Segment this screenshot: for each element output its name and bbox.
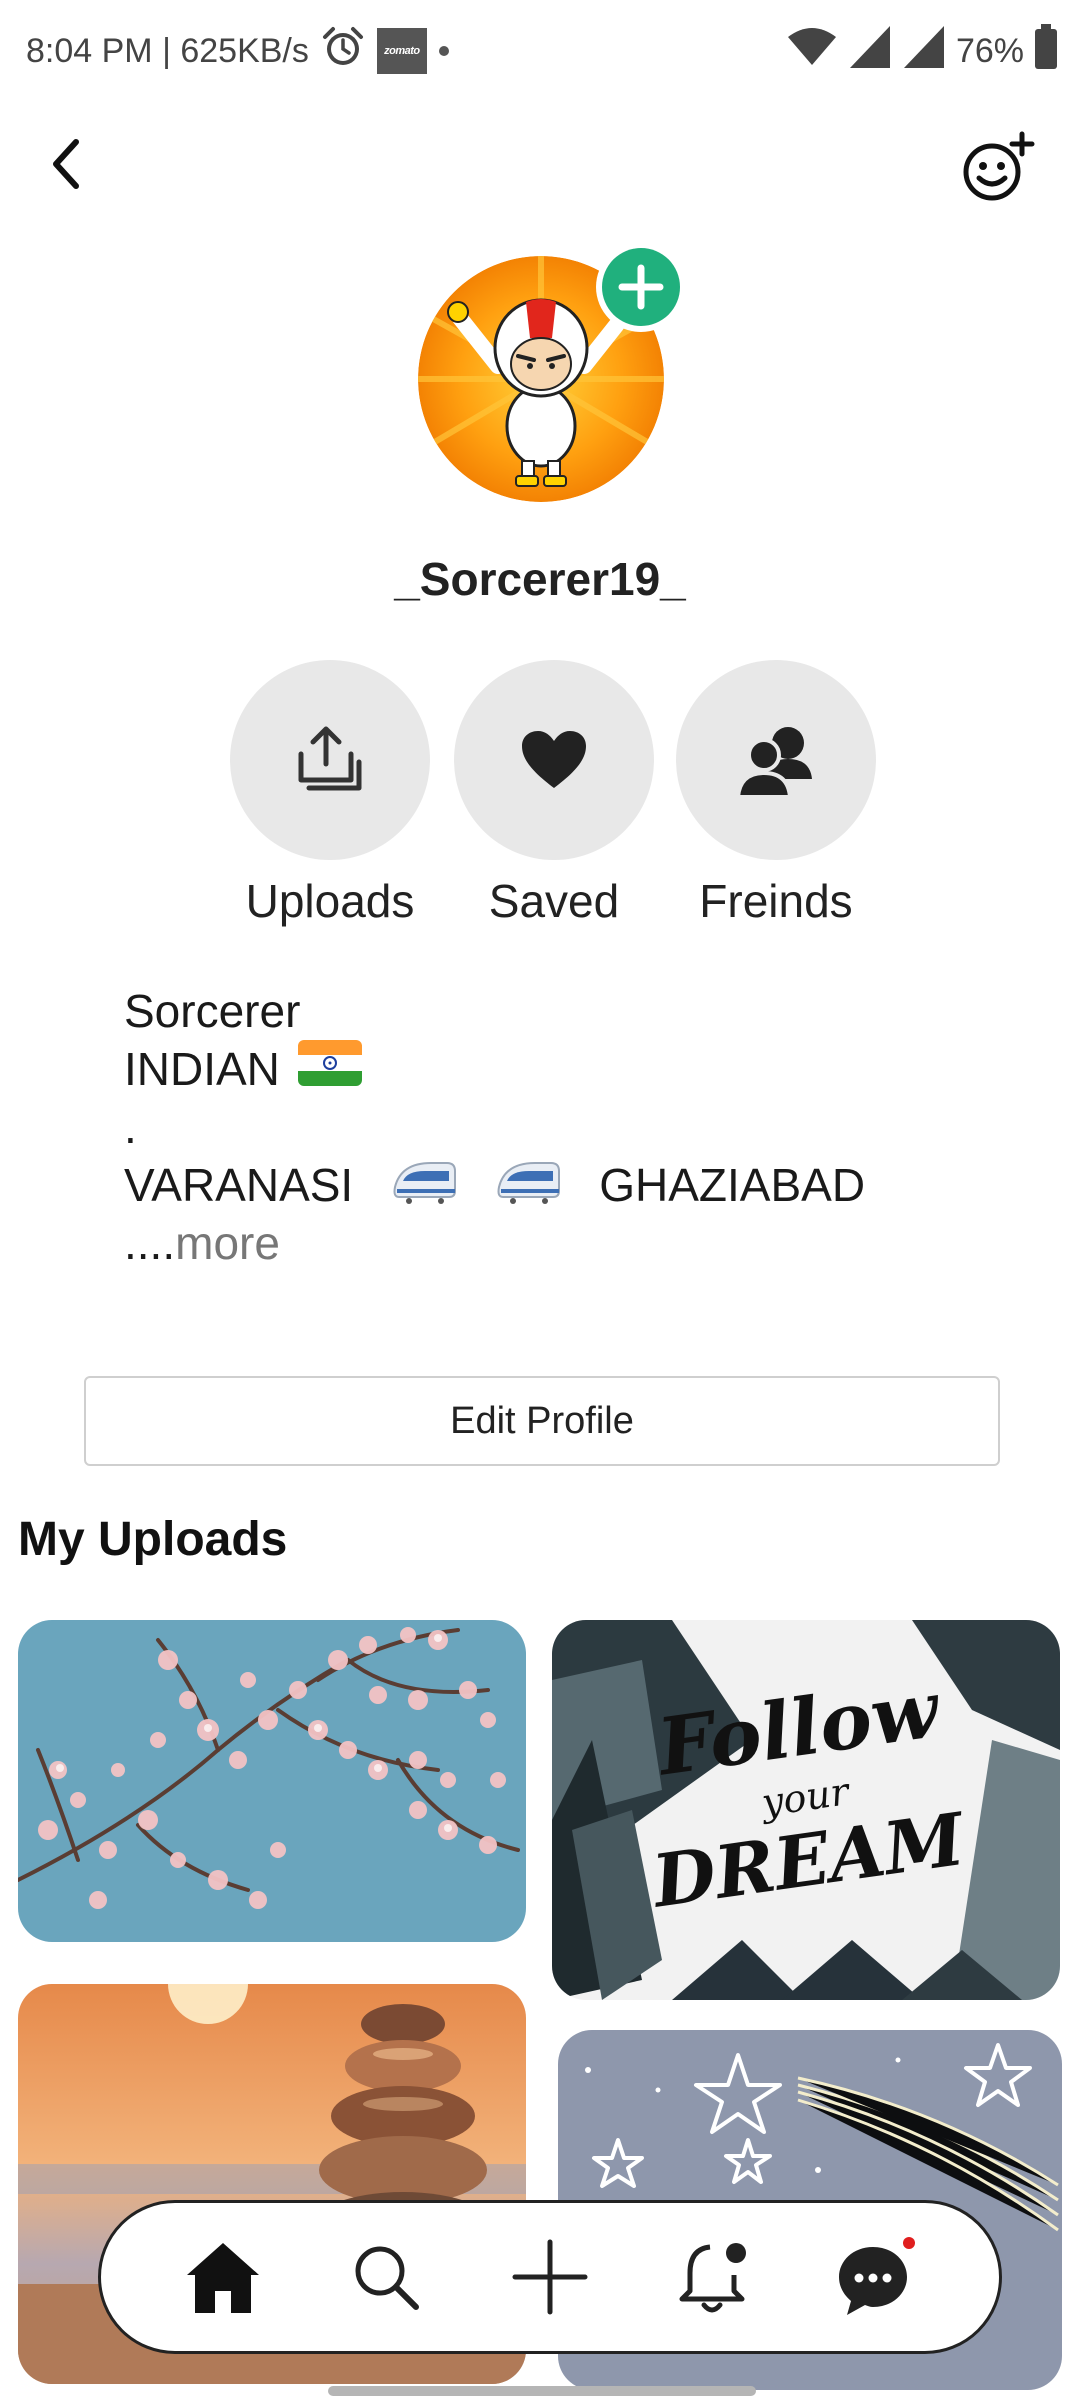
nav-home[interactable] <box>173 2227 273 2327</box>
bio-line: Sorcerer <box>124 982 1004 1040</box>
bio-from-city: VARANASI <box>124 1159 354 1211</box>
train-icon <box>495 1153 561 1218</box>
friends-label: Freinds <box>699 875 853 927</box>
avatar-add-circle <box>602 248 680 326</box>
edit-profile-button[interactable]: Edit Profile <box>84 1376 1000 1466</box>
india-flag-icon <box>297 1039 362 1099</box>
saved-circle <box>454 660 654 860</box>
upload-card-cherry-blossom[interactable] <box>18 1620 526 1942</box>
add-friend-button[interactable] <box>958 128 1038 208</box>
search-icon <box>355 2246 420 2310</box>
bell-icon <box>679 2243 746 2313</box>
my-uploads-title: My Uploads <box>18 1513 288 1566</box>
bio-name: Sorcerer <box>124 985 301 1037</box>
bio-line: INDIAN <box>124 1039 1004 1099</box>
bio-line: . <box>124 1098 1004 1156</box>
battery-icon <box>1034 23 1058 79</box>
signal-icon <box>902 24 946 79</box>
nav-notifications[interactable] <box>664 2227 764 2327</box>
heart-icon <box>522 731 586 788</box>
uploads-button[interactable]: Uploads <box>210 660 450 928</box>
smiley-plus-icon <box>963 131 1035 201</box>
chat-icon <box>839 2237 916 2315</box>
bio-to-city: GHAZIABAD <box>599 1159 866 1211</box>
plus-icon <box>512 2239 588 2315</box>
uploads-circle <box>230 660 430 860</box>
friends-circle <box>676 660 876 860</box>
status-bar: 8:04 PM | 625KB/s zomato 76% <box>0 0 1080 100</box>
train-icon <box>391 1153 457 1218</box>
more-notifications-dot-icon <box>438 46 449 56</box>
username: _Sorcerer19_ <box>394 553 686 605</box>
status-time-speed: 8:04 PM | 625KB/s <box>26 31 309 70</box>
home-indicator[interactable] <box>328 2386 756 2396</box>
profile-actions: Uploads Saved Freinds <box>210 660 876 940</box>
nav-create[interactable] <box>500 2227 600 2327</box>
upload-image <box>18 1620 526 1942</box>
upload-card-follow-dream[interactable]: Follow your DREAM <box>552 1620 1060 2000</box>
battery-percent: 76% <box>955 31 1024 70</box>
back-button[interactable] <box>40 134 90 194</box>
wifi-icon <box>786 25 838 78</box>
bio-country: INDIAN <box>124 1043 280 1095</box>
bio-line: VARANASI GHAZIABAD <box>124 1156 1004 1214</box>
upload-stack-icon <box>298 726 362 791</box>
alarm-icon <box>321 25 365 78</box>
bio-more-line: .... more <box>124 1214 1004 1272</box>
profile-avatar-wrap <box>418 242 686 506</box>
nav-messages[interactable] <box>827 2227 927 2327</box>
upload-image: Follow your DREAM <box>552 1620 1060 2000</box>
bio-dot: . <box>124 1101 137 1153</box>
chevron-left-icon <box>53 139 79 189</box>
home-icon <box>186 2243 259 2313</box>
signal-icon <box>848 24 892 79</box>
status-right: 76% <box>786 23 1058 79</box>
plus-icon <box>618 264 664 310</box>
friends-icon <box>736 727 812 799</box>
nav-search[interactable] <box>336 2227 436 2327</box>
bio-more-link[interactable]: more <box>175 1214 280 1272</box>
status-left: 8:04 PM | 625KB/s zomato <box>26 26 449 76</box>
bio-more-dots: .... <box>124 1217 176 1269</box>
add-avatar-button[interactable] <box>596 242 686 332</box>
saved-label: Saved <box>488 875 620 927</box>
bottom-navigation <box>98 2200 1002 2354</box>
friends-button[interactable]: Freinds <box>656 660 896 928</box>
profile-bio: Sorcerer INDIAN . VARANASI GHAZIABAD ...… <box>124 982 1004 1272</box>
zomato-notification-icon: zomato <box>376 28 427 74</box>
uploads-label: Uploads <box>245 875 415 927</box>
saved-button[interactable]: Saved <box>434 660 674 928</box>
unread-dot <box>903 2237 916 2249</box>
